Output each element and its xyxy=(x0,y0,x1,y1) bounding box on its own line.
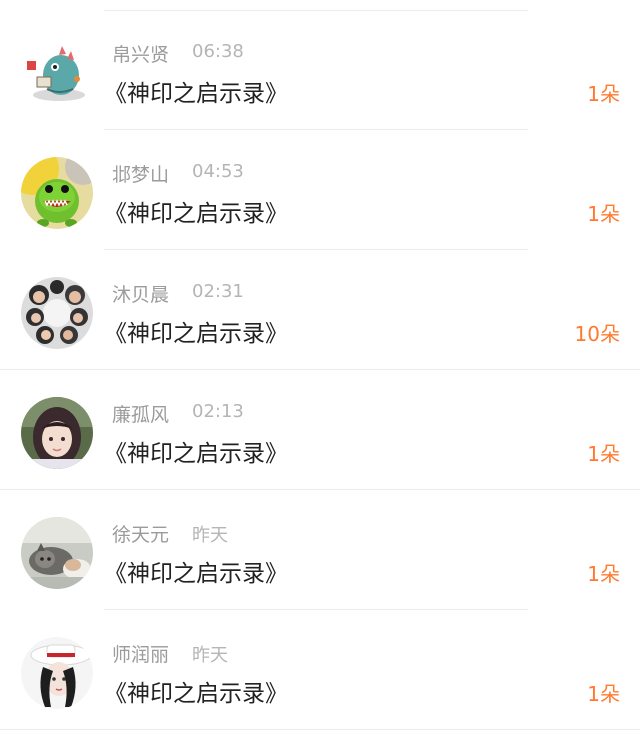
send-time: 02:31 xyxy=(192,281,244,302)
book-title: 《神印之启示录》 xyxy=(104,441,288,467)
sender-name: 帛兴贤 xyxy=(112,44,170,66)
list-item[interactable]: 师润丽 昨天 《神印之启示录》 1朵 xyxy=(0,610,640,730)
send-time: 昨天 xyxy=(192,525,228,546)
send-time: 02:13 xyxy=(192,401,244,422)
avatar[interactable] xyxy=(21,397,93,469)
avatar[interactable] xyxy=(21,637,93,709)
avatar[interactable] xyxy=(21,517,93,589)
gift-count: 1朵 xyxy=(587,682,620,706)
list-item[interactable]: 徐天元 昨天 《神印之启示录》 1朵 xyxy=(0,490,640,610)
book-title: 《神印之启示录》 xyxy=(104,681,288,707)
sender-name: 廉孤风 xyxy=(112,404,170,426)
sender-name: 邶梦山 xyxy=(112,164,170,186)
list-item[interactable]: 帛兴贤 06:38 《神印之启示录》 1朵 xyxy=(0,10,640,130)
gift-list: 帛兴贤 06:38 《神印之启示录》 1朵 邶梦山 04:53 《神印之启示录》 xyxy=(0,10,640,730)
book-title: 《神印之启示录》 xyxy=(104,321,288,347)
gift-count: 1朵 xyxy=(587,442,620,466)
gift-count: 10朵 xyxy=(574,322,620,346)
send-time: 昨天 xyxy=(192,645,228,666)
sender-name: 师润丽 xyxy=(112,644,170,666)
send-time: 04:53 xyxy=(192,161,244,182)
cartoon-dinosaur-icon xyxy=(21,37,93,109)
send-time: 06:38 xyxy=(192,41,244,62)
book-title: 《神印之启示录》 xyxy=(104,201,288,227)
girl-hat-icon xyxy=(21,637,93,709)
sender-name: 沐贝晨 xyxy=(112,284,170,306)
cat-photo-icon xyxy=(21,517,93,589)
gift-count: 1朵 xyxy=(587,562,620,586)
book-title: 《神印之启示录》 xyxy=(104,81,288,107)
book-title: 《神印之启示录》 xyxy=(104,561,288,587)
girl-portrait-icon xyxy=(21,397,93,469)
green-monster-icon xyxy=(21,157,93,229)
avatar[interactable] xyxy=(21,277,93,349)
gift-count: 1朵 xyxy=(587,202,620,226)
group-photo-icon xyxy=(21,277,93,349)
list-item[interactable]: 邶梦山 04:53 《神印之启示录》 1朵 xyxy=(0,130,640,250)
list-item[interactable]: 沐贝晨 02:31 《神印之启示录》 10朵 xyxy=(0,250,640,370)
avatar[interactable] xyxy=(21,157,93,229)
gift-count: 1朵 xyxy=(587,82,620,106)
avatar[interactable] xyxy=(21,37,93,109)
sender-name: 徐天元 xyxy=(112,524,170,546)
list-item[interactable]: 廉孤风 02:13 《神印之启示录》 1朵 xyxy=(0,370,640,490)
